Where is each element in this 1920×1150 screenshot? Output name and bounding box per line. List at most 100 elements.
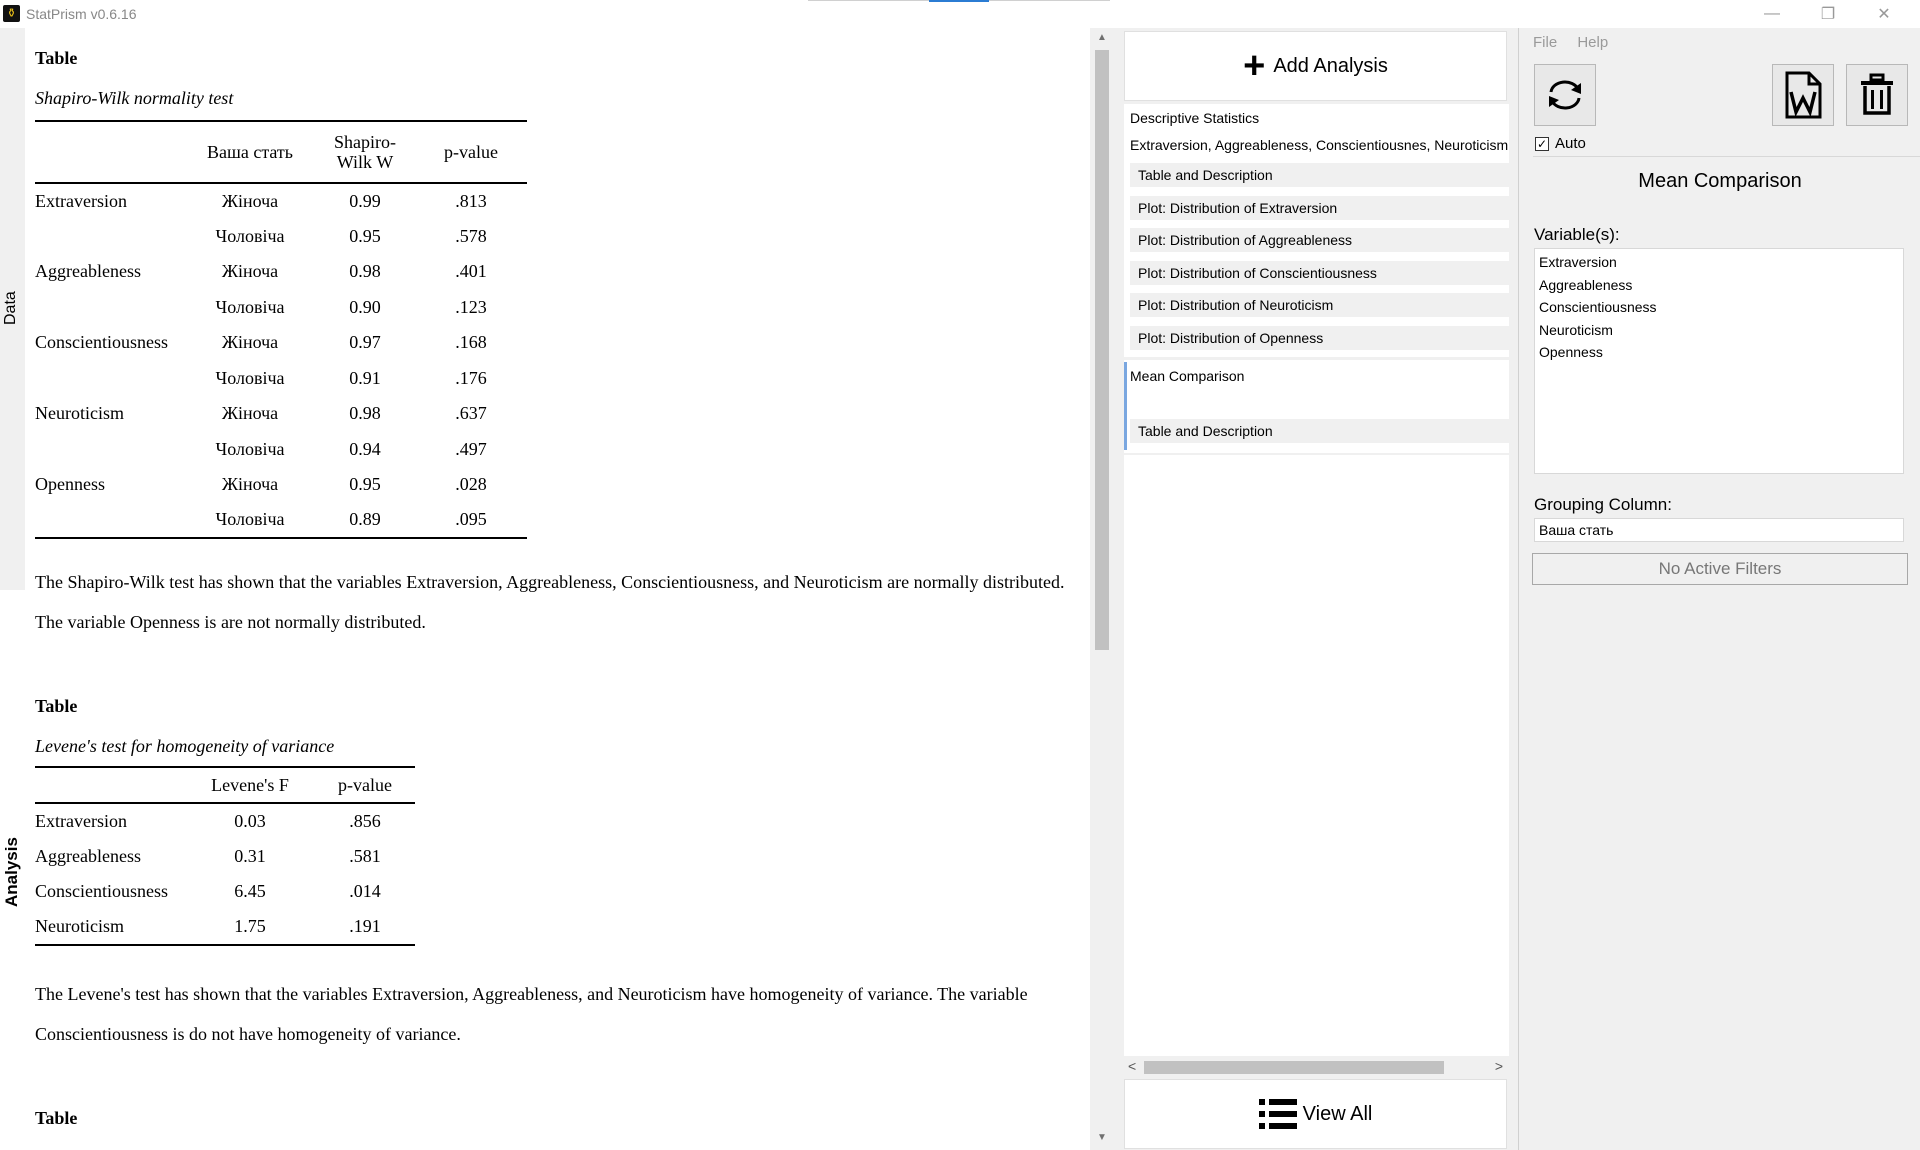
auto-checkbox[interactable]: ✓ <box>1535 136 1549 151</box>
table-cell: .578 <box>455 225 487 246</box>
app-logo-icon: ⚱ <box>3 5 20 22</box>
scroll-up-icon[interactable]: ▲ <box>1090 32 1114 43</box>
document-scrollbar[interactable]: ▲ ▼ <box>1090 28 1114 1150</box>
table-row: Extraversion 0.03 .856 <box>35 803 415 839</box>
analysis-list: Descriptive Statistics Extraversion, Agg… <box>1124 104 1509 1066</box>
table-cell: .497 <box>455 438 487 459</box>
list-item[interactable]: Table and Description <box>1130 419 1509 443</box>
table-label: Table <box>35 48 78 68</box>
row-label-cell: Conscientiousness <box>35 332 168 353</box>
row-label-cell: Neuroticism <box>35 403 124 424</box>
table-label: Table <box>35 1108 78 1128</box>
selection-indicator <box>1124 362 1127 450</box>
scroll-down-icon[interactable]: ▼ <box>1090 1132 1114 1143</box>
row-label-cell: Extraversion <box>35 810 127 831</box>
table-cell: .123 <box>455 296 487 317</box>
scrollbar-thumb[interactable] <box>1095 50 1109 650</box>
shapiro-wilk-table: Ваша стать Shapiro- Wilk W p-value Extrave… <box>35 120 527 539</box>
analysis-list-hscrollbar[interactable]: < > <box>1124 1056 1509 1078</box>
row-label-cell <box>35 361 185 397</box>
table-row: Conscientiousness 6.45 .014 <box>35 874 415 910</box>
analysis-group-descriptive[interactable]: Descriptive Statistics Extraversion, Agg… <box>1124 104 1509 352</box>
table-cell: Чоловіча <box>215 509 285 530</box>
table-cell: 6.45 <box>234 881 266 902</box>
filters-button[interactable]: No Active Filters <box>1532 553 1908 585</box>
minimize-button[interactable]: — <box>1744 0 1800 28</box>
list-item[interactable]: Plot: Distribution of Conscientiousness <box>1130 261 1509 285</box>
list-item[interactable]: Plot: Distribution of Openness <box>1130 326 1509 350</box>
table-cell: Жіноча <box>221 261 279 282</box>
list-item[interactable]: Openness <box>1539 341 1899 364</box>
table-row: Чоловіча 0.95 .578 <box>35 219 527 255</box>
table-cell: .637 <box>455 403 487 424</box>
list-item[interactable]: Plot: Distribution of Aggreableness <box>1130 228 1509 252</box>
table-cell: .581 <box>349 845 381 866</box>
row-label-cell: Neuroticism <box>35 916 124 937</box>
table-cell: .813 <box>455 190 487 211</box>
row-label-cell: Extraversion <box>35 190 127 211</box>
menu-help[interactable]: Help <box>1577 34 1608 51</box>
table-cell: .014 <box>349 881 381 902</box>
table-cell: 0.95 <box>349 474 381 495</box>
table-row: Extraversion Жіноча 0.99 .813 <box>35 183 527 219</box>
table-cell: .401 <box>455 261 487 282</box>
table-row: Neuroticism Жіноча 0.98 .637 <box>35 396 527 432</box>
refresh-icon <box>1549 80 1581 110</box>
variables-list[interactable]: Extraversion Aggreableness Conscientious… <box>1534 248 1904 474</box>
analysis-group-mean-comparison[interactable]: Mean Comparison Table and Description <box>1124 362 1509 450</box>
table-header-cell <box>35 767 185 803</box>
table-cell: 0.03 <box>234 810 266 831</box>
table-row: Чоловіча 0.94 .497 <box>35 432 527 468</box>
view-all-button[interactable]: View All <box>1124 1079 1507 1149</box>
panel-title: Mean Comparison <box>1638 170 1802 192</box>
list-item[interactable]: Neuroticism <box>1539 319 1899 342</box>
table-cell: .856 <box>349 810 381 831</box>
table-cell: 0.91 <box>349 367 381 388</box>
scrollbar-thumb[interactable] <box>1144 1061 1444 1074</box>
table-cell: Чоловіча <box>215 367 285 388</box>
table-header-cell: p-value <box>338 775 392 795</box>
group-divider <box>1124 357 1509 360</box>
tab-data-label: Data <box>2 291 19 325</box>
settings-panel: File Help ✓ Auto Mean Comparison Variabl… <box>1518 28 1920 1150</box>
table-cell: 0.89 <box>349 509 381 530</box>
auto-toggle[interactable]: ✓ Auto <box>1535 135 1586 152</box>
table-label: Table <box>35 696 78 716</box>
list-item[interactable]: Plot: Distribution of Neuroticism <box>1130 293 1509 317</box>
table-cell: Жіноча <box>221 190 279 211</box>
delete-button[interactable] <box>1846 64 1908 126</box>
list-item[interactable]: Conscientiousness <box>1539 296 1899 319</box>
table-cell: 0.98 <box>349 403 381 424</box>
add-analysis-button[interactable]: + Add Analysis <box>1124 31 1507 101</box>
tab-analysis-label: Analysis <box>2 837 21 907</box>
analysis-group-title: Mean Comparison <box>1130 368 1245 384</box>
table-cell: Жіноча <box>221 474 279 495</box>
scroll-left-icon[interactable]: < <box>1128 1058 1136 1074</box>
variables-label: Variable(s): <box>1534 225 1620 244</box>
grouping-column-field[interactable]: Ваша стать <box>1534 518 1904 542</box>
table-cell: .028 <box>455 474 487 495</box>
table-row: Чоловіча 0.90 .123 <box>35 290 527 326</box>
close-button[interactable]: ✕ <box>1856 0 1912 28</box>
table-cell: Чоловіча <box>215 438 285 459</box>
grouping-column-label: Grouping Column: <box>1534 495 1672 514</box>
list-item[interactable]: Extraversion <box>1539 251 1899 274</box>
list-item[interactable]: Plot: Distribution of Extraversion <box>1130 196 1509 220</box>
table-cell: .176 <box>455 367 487 388</box>
scroll-right-icon[interactable]: > <box>1495 1058 1503 1074</box>
export-word-button[interactable] <box>1772 64 1834 126</box>
table-cell: .095 <box>455 509 487 530</box>
row-label-cell: Aggreableness <box>35 261 141 282</box>
refresh-button[interactable] <box>1534 64 1596 126</box>
table-cell: 1.75 <box>234 916 266 937</box>
analysis-group-title: Descriptive Statistics <box>1130 110 1260 126</box>
menu-file[interactable]: File <box>1533 34 1557 51</box>
table-cell: Жіноча <box>221 332 279 353</box>
restore-button[interactable]: ❐ <box>1800 0 1856 28</box>
row-label-cell: Conscientiousness <box>35 881 168 902</box>
table-header-cell: p-value <box>444 142 498 162</box>
row-label-cell <box>35 290 185 326</box>
list-item[interactable]: Table and Description <box>1130 163 1509 187</box>
list-item[interactable]: Aggreableness <box>1539 274 1899 297</box>
table-caption: Shapiro-Wilk normality test <box>35 88 234 108</box>
